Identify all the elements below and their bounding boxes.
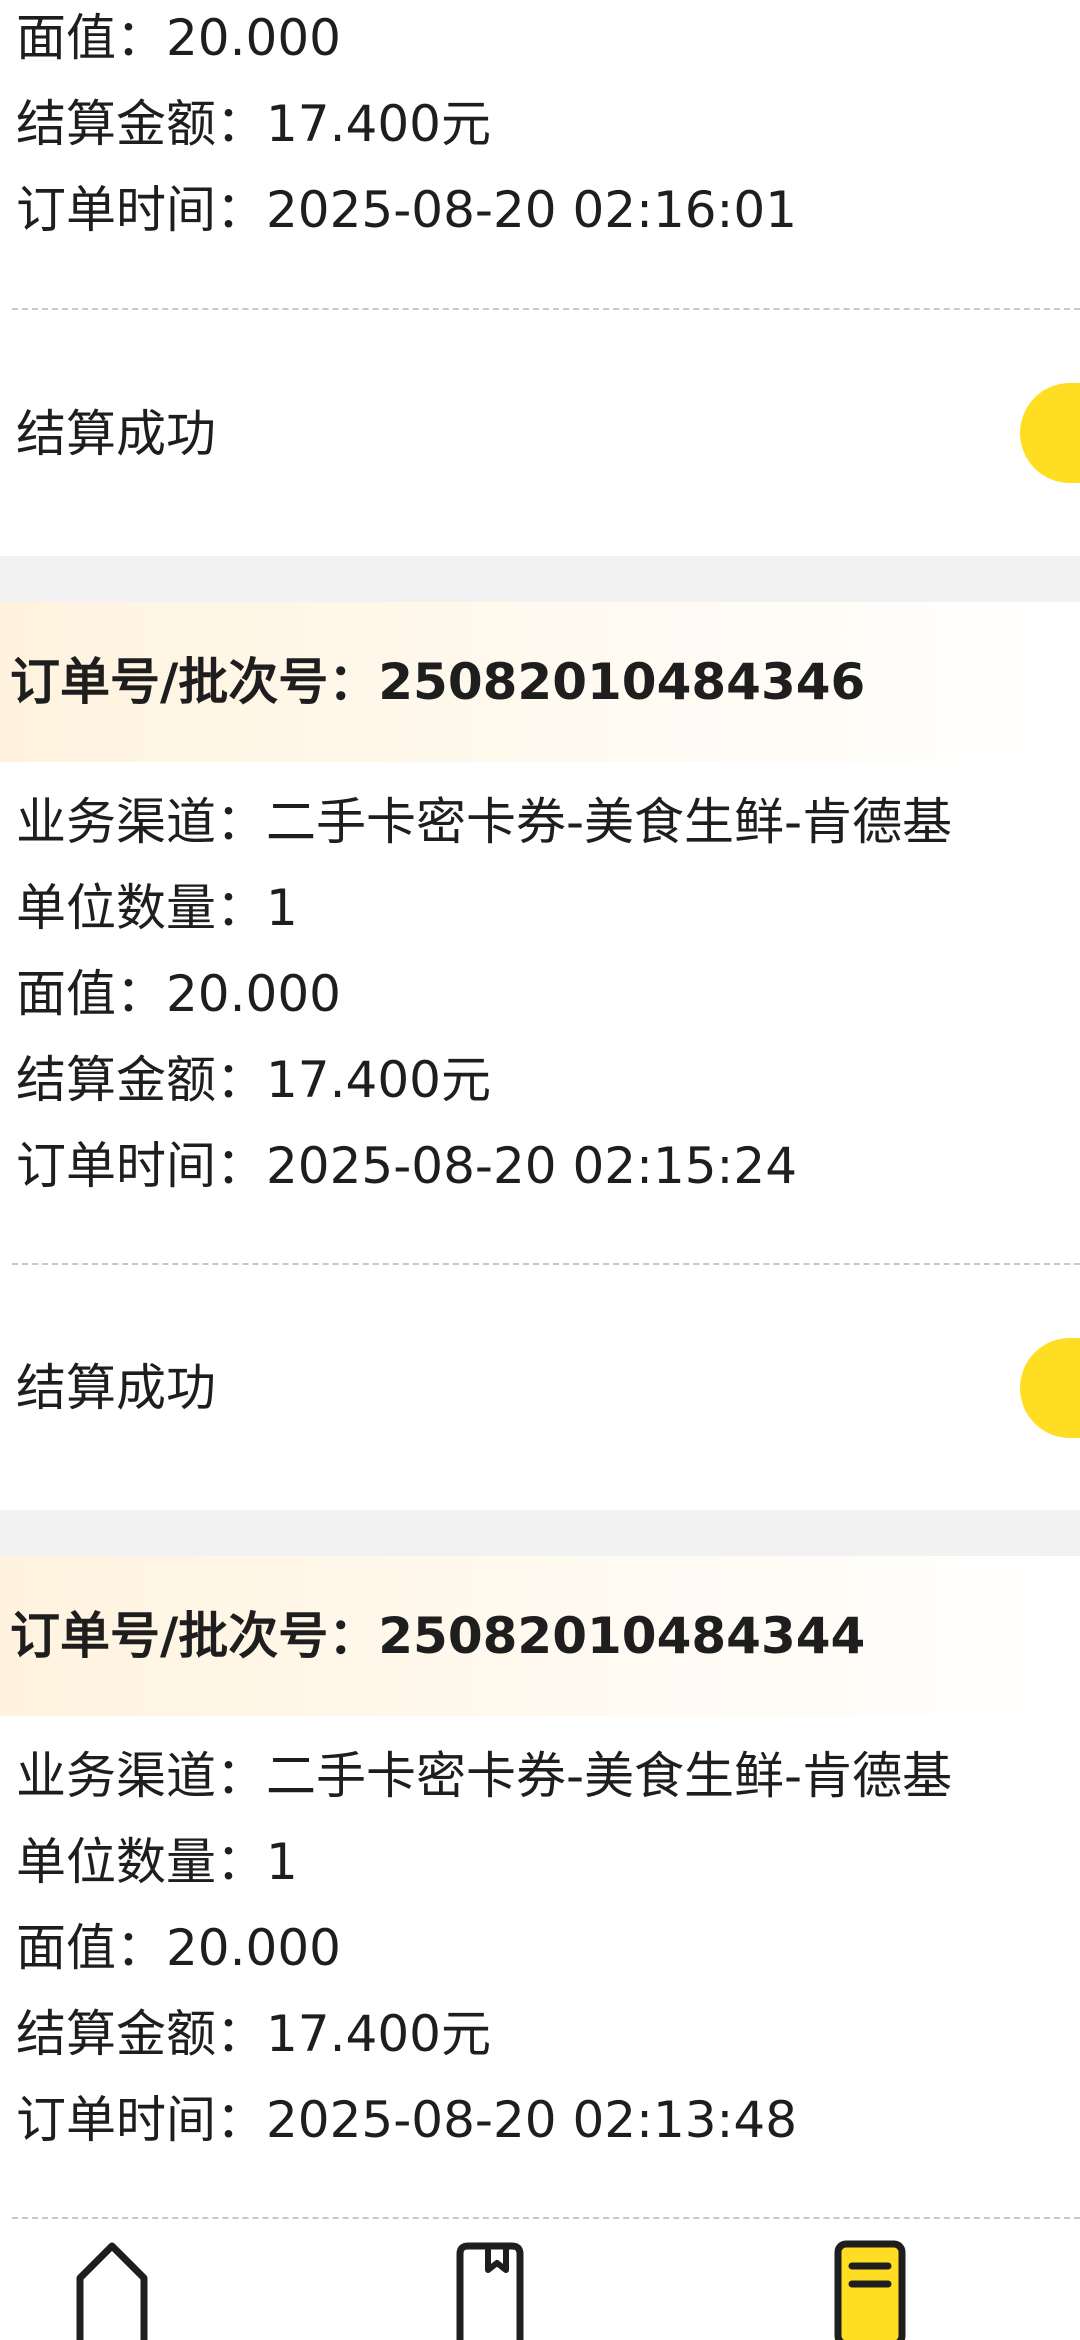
status-label: 结算成功 (16, 405, 216, 463)
face-value: 面值：20.000 (16, 1919, 341, 1977)
business-channel: 业务渠道：二手卡密卡券-美食生鲜-肯德基 (16, 1747, 953, 1805)
order-time: 订单时间：2025-08-20 02:13:48 (16, 2091, 798, 2149)
status-label: 结算成功 (16, 1359, 216, 1417)
order-time: 订单时间：2025-08-20 02:15:24 (16, 1137, 798, 1195)
order-header: 订单号/批次号：25082010484346 (0, 602, 1080, 762)
order-time: 订单时间：2025-08-20 02:16:01 (16, 181, 798, 239)
business-channel: 业务渠道：二手卡密卡券-美食生鲜-肯德基 (16, 793, 953, 851)
settle-amount: 结算金额：17.400元 (16, 1051, 491, 1109)
status-action-button[interactable] (1020, 383, 1080, 483)
nav-item-orders[interactable] (770, 2222, 970, 2340)
face-value: 面值：20.000 (16, 9, 341, 67)
bottom-nav (0, 2222, 1080, 2340)
status-action-button[interactable] (1020, 1338, 1080, 1438)
face-value: 面值：20.000 (16, 965, 341, 1023)
settle-amount: 结算金额：17.400元 (16, 2005, 491, 2063)
nav-item-home[interactable] (12, 2222, 212, 2340)
bookmark-box-icon (456, 2242, 524, 2340)
card-separator (0, 556, 1080, 602)
card-separator (0, 1510, 1080, 1556)
order-number: 订单号/批次号：25082010484346 (10, 653, 866, 711)
unit-quantity: 单位数量：1 (16, 879, 298, 937)
list-icon (834, 2240, 906, 2340)
order-number: 订单号/批次号：25082010484344 (10, 1607, 866, 1665)
dashed-divider (12, 2217, 1080, 2219)
settle-amount: 结算金额：17.400元 (16, 95, 491, 153)
unit-quantity: 单位数量：1 (16, 1833, 298, 1891)
order-header: 订单号/批次号：25082010484344 (0, 1556, 1080, 1716)
nav-item-cards[interactable] (390, 2222, 590, 2340)
dashed-divider (12, 308, 1080, 310)
dashed-divider (12, 1263, 1080, 1265)
order-list[interactable]: 面值：20.000 结算金额：17.400元 订单时间：2025-08-20 0… (0, 0, 1080, 2222)
home-icon (76, 2242, 148, 2340)
